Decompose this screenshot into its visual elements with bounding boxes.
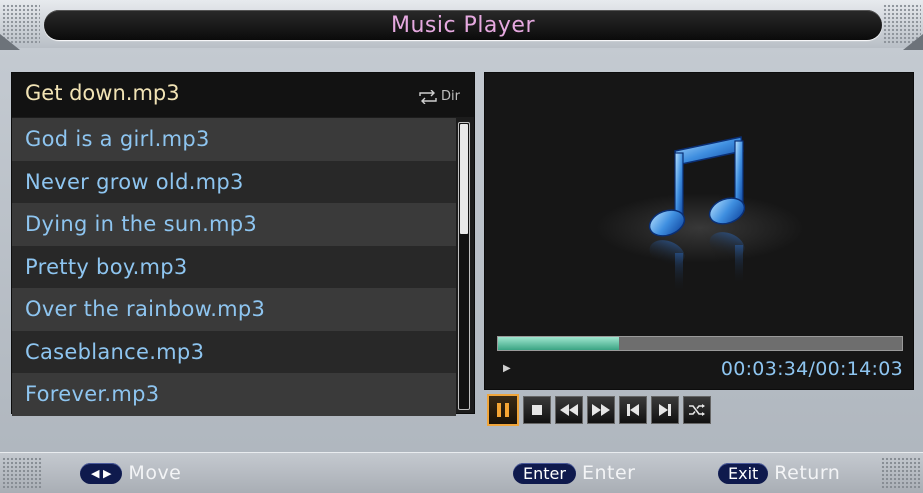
playback-time: 00:03:34/00:14:03 xyxy=(720,358,903,380)
dotted-texture xyxy=(2,457,42,489)
hint-move-label: Move xyxy=(128,462,182,484)
playlist-current-item[interactable]: Get down.mp3 Dir xyxy=(12,73,474,117)
hint-exit-label: Return xyxy=(774,462,841,484)
repeat-mode-label: Dir xyxy=(441,89,460,104)
playlist-item[interactable]: Never grow old.mp3 xyxy=(12,160,456,203)
scrollbar-thumb[interactable] xyxy=(460,124,468,234)
fast-forward-button[interactable] xyxy=(587,396,615,424)
dotted-texture xyxy=(2,4,40,44)
rewind-icon xyxy=(560,404,578,416)
skip-next-icon xyxy=(659,404,671,416)
playlist-item[interactable]: Forever.mp3 xyxy=(12,373,456,416)
shuffle-icon xyxy=(689,404,705,416)
repeat-icon xyxy=(419,89,437,104)
playlist-panel: Get down.mp3 Dir God is a girl.mp3 Never … xyxy=(11,72,475,416)
pause-icon xyxy=(497,403,509,417)
hint-enter-label: Enter xyxy=(581,462,636,484)
music-note-icon xyxy=(648,136,746,293)
next-button[interactable] xyxy=(651,396,679,424)
playlist-item[interactable]: Pretty boy.mp3 xyxy=(12,245,456,288)
previous-button[interactable] xyxy=(619,396,647,424)
page-title: Music Player xyxy=(390,13,536,38)
now-playing-panel: ▶ 00:03:34/00:14:03 xyxy=(484,72,914,390)
hint-exit: Exit Return xyxy=(718,462,840,484)
enter-key-badge: Enter xyxy=(513,462,576,484)
playlist-scrollbar[interactable] xyxy=(458,122,470,410)
playlist-list: God is a girl.mp3 Never grow old.mp3 Dying… xyxy=(12,118,456,416)
shuffle-button[interactable] xyxy=(683,396,711,424)
repeat-mode[interactable]: Dir xyxy=(417,89,460,104)
title-bar: Music Player xyxy=(0,0,923,48)
title-pill: Music Player xyxy=(44,10,882,40)
playlist-item[interactable]: God is a girl.mp3 xyxy=(12,118,456,161)
playlist-item[interactable]: Over the rainbow.mp3 xyxy=(12,288,456,331)
dotted-texture xyxy=(883,4,921,44)
hint-bar: ◀ ▶ Move Enter Enter Exit Return xyxy=(0,452,923,493)
dotted-texture xyxy=(881,457,921,489)
rewind-button[interactable] xyxy=(555,396,583,424)
play-state-indicator: ▶ xyxy=(503,363,511,374)
stop-button[interactable] xyxy=(523,396,551,424)
hint-move: ◀ ▶ Move xyxy=(80,462,181,484)
progress-fill xyxy=(498,337,620,350)
current-track-name: Get down.mp3 xyxy=(25,81,180,105)
fast-forward-icon xyxy=(592,404,610,416)
arrow-keys-icon: ◀ ▶ xyxy=(80,462,123,484)
exit-key-badge: Exit xyxy=(718,462,769,484)
skip-previous-icon xyxy=(627,404,639,416)
hint-enter: Enter Enter xyxy=(513,462,635,484)
stop-icon xyxy=(532,405,542,415)
pause-button[interactable] xyxy=(487,394,519,426)
playlist-item[interactable]: Dying in the sun.mp3 xyxy=(12,203,456,246)
playback-progress-bar[interactable] xyxy=(497,336,903,351)
playlist-item[interactable]: Caseblance.mp3 xyxy=(12,330,456,373)
transport-controls xyxy=(487,394,711,426)
